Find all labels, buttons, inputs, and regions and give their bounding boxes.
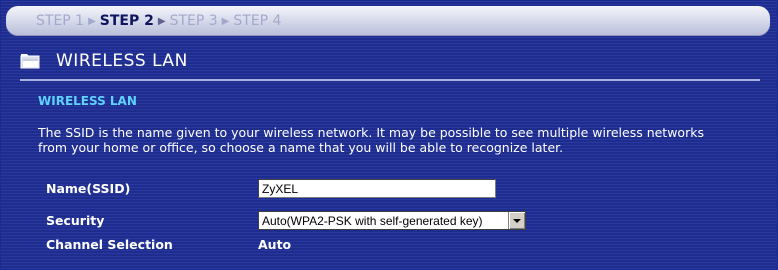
step-progress-bar: STEP 1 ▶ STEP 2 ▶ STEP 3 ▶ STEP 4 bbox=[6, 6, 770, 36]
header-divider bbox=[20, 79, 760, 81]
page-title: WIRELESS LAN bbox=[56, 51, 188, 71]
security-label: Security bbox=[46, 213, 105, 228]
security-select[interactable]: Auto(WPA2-PSK with self-generated key) bbox=[258, 211, 526, 230]
step-4: STEP 4 bbox=[233, 13, 282, 29]
security-selected-value: Auto(WPA2-PSK with self-generated key) bbox=[262, 214, 483, 228]
step-separator-icon: ▶ bbox=[221, 16, 230, 27]
wizard-panel: STEP 1 ▶ STEP 2 ▶ STEP 3 ▶ STEP 4 WIRELESS LAN… bbox=[0, 0, 778, 270]
step-list: STEP 1 ▶ STEP 2 ▶ STEP 3 ▶ STEP 4 bbox=[36, 13, 281, 31]
ssid-label: Name(SSID) bbox=[46, 181, 131, 196]
step-2: STEP 2 bbox=[99, 13, 154, 29]
step-separator-icon: ▶ bbox=[88, 16, 96, 27]
step-3: STEP 3 bbox=[169, 13, 218, 29]
channel-label: Channel Selection bbox=[46, 237, 173, 252]
folder-icon bbox=[20, 54, 40, 69]
section-title: WIRELESS LAN bbox=[38, 94, 137, 108]
section-description: The SSID is the name given to your wirel… bbox=[38, 125, 704, 155]
channel-value: Auto bbox=[258, 237, 292, 252]
dropdown-arrow-icon[interactable] bbox=[508, 212, 525, 229]
ssid-input[interactable] bbox=[258, 179, 496, 198]
step-separator-icon: ▶ bbox=[157, 16, 166, 27]
step-1: STEP 1 bbox=[36, 13, 85, 29]
